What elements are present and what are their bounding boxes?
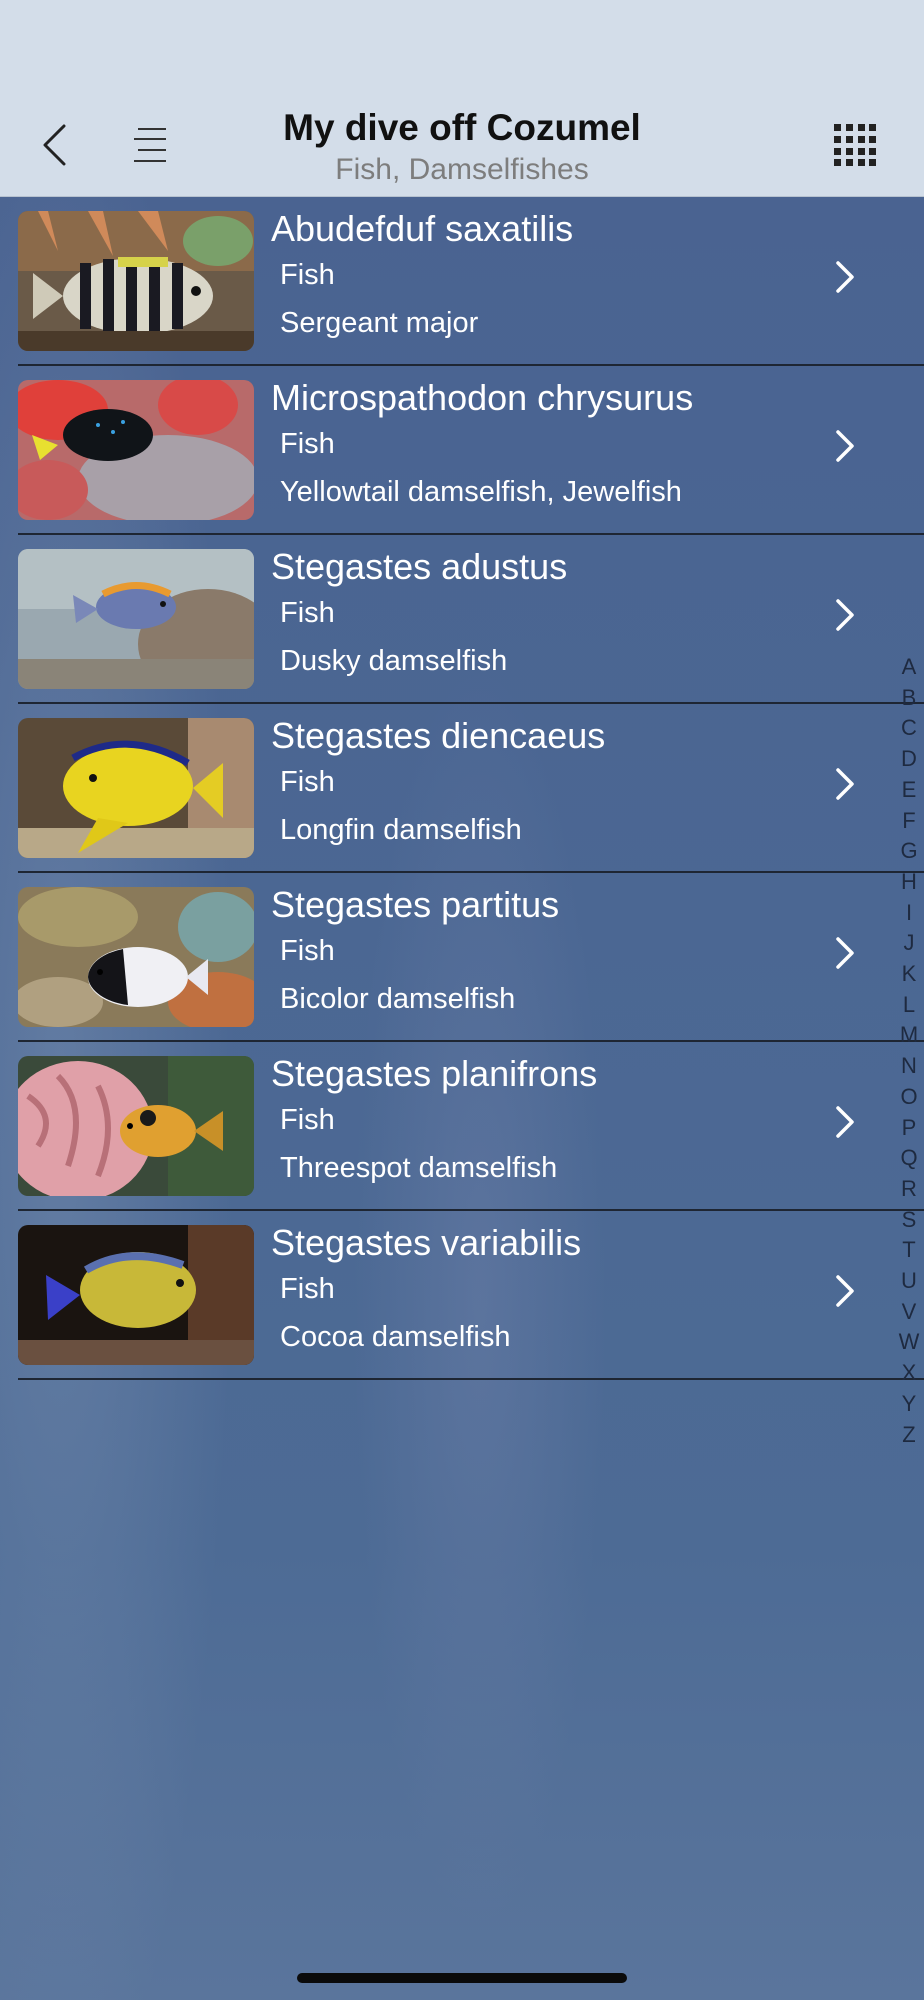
index-letter[interactable]: N [894,1051,924,1082]
index-letter[interactable]: R [894,1174,924,1205]
species-row[interactable]: Stegastes adustus Fish Dusky damselfish [18,535,924,704]
common-name: Bicolor damselfish [280,983,516,1015]
index-letter[interactable]: Z [894,1420,924,1451]
scientific-name: Stegastes diencaeus [271,715,606,756]
category: Fish [280,259,335,291]
index-letter[interactable]: Y [894,1389,924,1420]
category: Fish [280,935,335,967]
menu-button[interactable] [124,120,176,170]
index-letter[interactable]: B [894,683,924,714]
chevron-right-icon [836,1275,854,1307]
index-letter[interactable]: O [894,1082,924,1113]
chevron-right-icon [836,768,854,800]
index-letter[interactable]: G [894,836,924,867]
scientific-name: Stegastes variabilis [271,1222,582,1263]
scientific-name: Abudefduf saxatilis [271,208,574,249]
list-icon [134,128,166,162]
scientific-name: Stegastes planifrons [271,1053,598,1094]
chevron-right-icon [836,1106,854,1138]
chevron-right-icon [836,261,854,293]
index-letter[interactable]: S [894,1205,924,1236]
fish-photo [18,718,254,858]
fish-photo [18,1225,254,1365]
index-letter[interactable]: F [894,806,924,837]
index-letter[interactable]: U [894,1266,924,1297]
index-letter[interactable]: E [894,775,924,806]
index-letter[interactable]: T [894,1235,924,1266]
index-letter[interactable]: X [894,1358,924,1389]
index-letter[interactable]: Q [894,1143,924,1174]
index-letter[interactable]: L [894,990,924,1021]
index-letter[interactable]: C [894,713,924,744]
index-letter[interactable]: M [894,1020,924,1051]
index-letter[interactable]: J [894,928,924,959]
index-letter[interactable]: A [894,652,924,683]
common-name: Cocoa damselfish [280,1321,511,1353]
fish-photo [18,1056,254,1196]
common-name: Dusky damselfish [280,645,508,677]
chevron-right-icon [836,599,854,631]
page-title: My dive off Cozumel [283,107,641,148]
species-row[interactable]: Microspathodon chrysurus Fish Yellowtail… [18,366,924,535]
index-letter[interactable]: P [894,1113,924,1144]
index-letter[interactable]: I [894,898,924,929]
category: Fish [280,1104,335,1136]
home-indicator[interactable] [297,1973,627,1983]
species-row[interactable]: Stegastes planifrons Fish Threespot dams… [18,1042,924,1211]
chevron-right-icon [836,937,854,969]
index-letter[interactable]: D [894,744,924,775]
page-subtitle: Fish, Damselfishes [335,153,589,186]
index-letter[interactable]: V [894,1297,924,1328]
category: Fish [280,1273,335,1305]
species-row[interactable]: Abudefduf saxatilis Fish Sergeant major [18,197,924,366]
scientific-name: Stegastes partitus [271,884,560,925]
common-name: Yellowtail damselfish, Jewelfish [280,476,682,508]
back-button[interactable] [30,117,80,173]
scientific-name: Stegastes adustus [271,546,568,587]
fish-photo [18,380,254,520]
species-row[interactable]: Stegastes diencaeus Fish Longfin damself… [18,704,924,873]
index-letter[interactable]: W [894,1327,924,1358]
scientific-name: Microspathodon chrysurus [271,377,694,418]
chevron-right-icon [836,430,854,462]
common-name: Longfin damselfish [280,814,522,846]
grid-view-button[interactable] [828,118,882,172]
fish-photo [18,549,254,689]
fish-photo [18,887,254,1027]
species-list-area[interactable]: Abudefduf saxatilis Fish Sergeant major [0,197,924,2000]
fish-photo [18,211,254,351]
category: Fish [280,597,335,629]
chevron-left-icon [43,124,66,166]
alphabet-index[interactable]: ABCDEFGHIJKLMNOPQRSTUVWXYZ [894,652,924,1450]
grid-icon [834,124,876,166]
index-letter[interactable]: K [894,959,924,990]
species-row[interactable]: Stegastes variabilis Fish Cocoa damselfi… [18,1211,924,1380]
category: Fish [280,766,335,798]
species-row[interactable]: Stegastes partitus Fish Bicolor damselfi… [18,873,924,1042]
index-letter[interactable]: H [894,867,924,898]
common-name: Threespot damselfish [280,1152,558,1184]
species-list: Abudefduf saxatilis Fish Sergeant major [18,197,924,1380]
category: Fish [280,428,335,460]
title-block: My dive off Cozumel Fish, Damselfishes [220,104,704,188]
common-name: Sergeant major [280,307,479,339]
navigation-bar: My dive off Cozumel Fish, Damselfishes [0,0,924,197]
